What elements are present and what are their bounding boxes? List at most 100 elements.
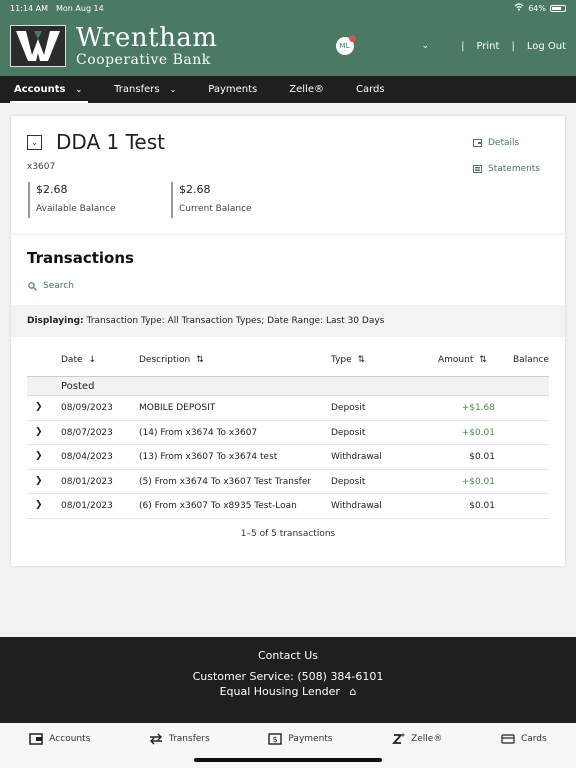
wallet-icon xyxy=(473,139,482,147)
app-header: Wrentham Cooperative Bank ML ⌄ | Print |… xyxy=(0,16,576,76)
available-balance-value: $2.68 xyxy=(36,183,68,196)
column-date[interactable]: Date ↓ xyxy=(61,355,96,365)
current-balance-value: $2.68 xyxy=(179,183,211,196)
current-balance-label: Current Balance xyxy=(179,204,252,214)
column-type-label: Type xyxy=(331,355,352,365)
status-right: 64% xyxy=(514,3,566,13)
main-nav: Accounts ⌄ Transfers ⌄ Payments Zelle® C… xyxy=(0,76,576,103)
tab-transfers[interactable]: Transfers xyxy=(149,733,210,745)
chevron-down-icon: ⌄ xyxy=(169,85,177,94)
chevron-right-icon[interactable]: ❯ xyxy=(35,427,43,437)
sort-down-icon: ↓ xyxy=(88,355,97,365)
row-amount: $0.01 xyxy=(469,452,495,462)
bank-logo[interactable] xyxy=(10,25,66,67)
zelle-icon xyxy=(392,733,405,744)
table-row[interactable]: ❯ 08/09/2023 MOBILE DEPOSIT Deposit +$1.… xyxy=(27,396,549,421)
tab-payments[interactable]: $ Payments xyxy=(268,733,333,745)
table-header: Date ↓ Description ⇅ Type ⇅ Amount ⇅ Bal… xyxy=(27,351,549,377)
group-posted: Posted xyxy=(27,377,549,396)
transactions-title: Transactions xyxy=(27,249,134,267)
tab-accounts[interactable]: Accounts xyxy=(29,733,90,745)
status-date: Mon Aug 14 xyxy=(55,3,104,13)
row-amount: +$0.01 xyxy=(461,427,495,438)
logo-w-icon xyxy=(16,31,60,61)
nav-payments-label: Payments xyxy=(208,84,258,95)
details-link[interactable]: Details xyxy=(473,138,519,148)
tab-zelle-label: Zelle® xyxy=(411,734,443,744)
column-amount[interactable]: Amount ⇅ xyxy=(438,355,487,365)
contact-us-link[interactable]: Contact Us xyxy=(0,649,576,662)
nav-transfers[interactable]: Transfers ⌄ xyxy=(104,76,186,103)
search-label: Search xyxy=(43,281,74,291)
column-description[interactable]: Description ⇅ xyxy=(139,355,204,365)
status-bar: 11:14 AM Mon Aug 14 64% xyxy=(0,0,576,16)
account-summary: ⌄ DDA 1 Test x3607 $2.68 Available Balan… xyxy=(11,116,565,235)
bottom-tab-bar: Accounts Transfers $ Payments Zelle® Car… xyxy=(0,723,576,768)
chevron-down-icon[interactable]: ⌄ xyxy=(422,41,430,51)
chevron-right-icon[interactable]: ❯ xyxy=(35,402,43,412)
print-link[interactable]: Print xyxy=(476,41,499,52)
wifi-icon xyxy=(514,3,524,13)
chevron-right-icon[interactable]: ❯ xyxy=(35,500,43,510)
battery-icon xyxy=(550,4,566,12)
tab-payments-label: Payments xyxy=(288,734,333,744)
available-balance-label: Available Balance xyxy=(36,204,116,214)
house-icon: ⌂ xyxy=(349,685,357,698)
tab-zelle[interactable]: Zelle® xyxy=(391,733,442,745)
account-number: x3607 xyxy=(27,162,56,172)
tab-transfers-label: Transfers xyxy=(168,734,210,744)
divider: | xyxy=(511,40,515,52)
details-label: Details xyxy=(488,138,520,148)
customer-service[interactable]: Customer Service: (508) 384-6101 xyxy=(0,670,576,683)
chevron-right-icon[interactable]: ❯ xyxy=(35,451,43,461)
chevron-right-icon[interactable]: ❯ xyxy=(35,476,43,486)
row-description: (14) From x3674 To x3607 xyxy=(139,427,258,438)
table-row[interactable]: ❯ 08/07/2023 (14) From x3674 To x3607 De… xyxy=(27,421,549,445)
status-time: 11:14 AM xyxy=(10,3,48,13)
equal-housing: Equal Housing Lender ⌂ xyxy=(0,685,576,698)
nav-accounts[interactable]: Accounts ⌄ xyxy=(4,76,92,103)
logout-link[interactable]: Log Out xyxy=(527,41,566,52)
chevron-down-icon: ⌄ xyxy=(75,85,83,94)
filter-prefix: Displaying: xyxy=(27,316,84,326)
nav-cards-label: Cards xyxy=(355,84,385,95)
nav-zelle-label: Zelle® xyxy=(289,84,324,95)
account-toggle-button[interactable]: ⌄ xyxy=(27,135,42,150)
home-indicator[interactable] xyxy=(194,758,382,762)
row-amount: $0.01 xyxy=(469,501,495,511)
row-description: MOBILE DEPOSIT xyxy=(139,403,216,413)
avatar-initials: ML xyxy=(339,42,350,50)
row-type: Withdrawal xyxy=(331,501,382,511)
credit-card-icon xyxy=(501,734,515,744)
row-amount: +$0.01 xyxy=(461,476,495,487)
column-type[interactable]: Type ⇅ xyxy=(331,355,365,365)
tab-cards[interactable]: Cards xyxy=(501,733,547,745)
nav-cards[interactable]: Cards xyxy=(346,76,395,103)
table-row[interactable]: ❯ 08/01/2023 (6) From x3607 To x8935 Tes… xyxy=(27,494,549,519)
nav-transfers-label: Transfers xyxy=(114,84,160,95)
row-type: Deposit xyxy=(331,476,366,487)
avatar[interactable]: ML xyxy=(335,35,356,55)
transfer-arrows-icon xyxy=(149,733,162,745)
statements-label: Statements xyxy=(488,164,541,174)
equal-housing-label: Equal Housing Lender xyxy=(219,685,340,698)
filter-summary: Displaying: Transaction Type: All Transa… xyxy=(11,305,565,337)
statements-link[interactable]: Statements xyxy=(473,164,540,174)
nav-payments[interactable]: Payments xyxy=(198,76,267,103)
brand-line1: Wrentham xyxy=(76,23,218,53)
search-link[interactable]: Search xyxy=(28,281,74,291)
nav-zelle[interactable]: Zelle® xyxy=(279,76,334,103)
row-date: 08/01/2023 xyxy=(61,476,113,487)
user-name-redacted[interactable] xyxy=(362,42,414,50)
wallet-icon xyxy=(29,733,44,745)
brand-line2: Cooperative Bank xyxy=(76,52,211,68)
row-date: 08/04/2023 xyxy=(61,452,113,462)
dollar-bill-icon: $ xyxy=(268,733,283,745)
table-row[interactable]: ❯ 08/01/2023 (5) From x3674 To x3607 Tes… xyxy=(27,470,549,494)
header-actions: ML ⌄ | Print | Log Out xyxy=(335,35,566,55)
tab-accounts-label: Accounts xyxy=(49,734,91,744)
table-row[interactable]: ❯ 08/04/2023 (13) From x3607 To x3674 te… xyxy=(27,445,549,470)
available-balance: $2.68 Available Balance xyxy=(28,182,116,218)
search-icon xyxy=(28,281,37,291)
account-name: DDA 1 Test xyxy=(56,130,165,154)
